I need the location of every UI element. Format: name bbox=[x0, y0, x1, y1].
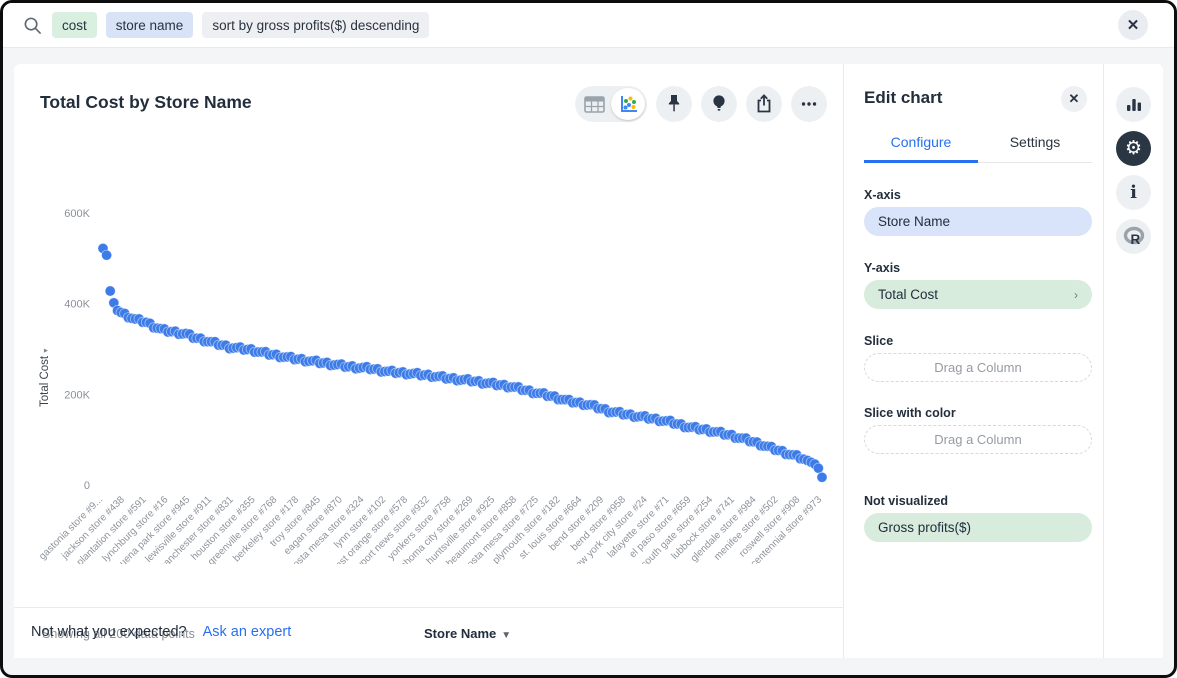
chevron-down-icon: ▼ bbox=[501, 630, 511, 641]
content-area: Total Cost by Store Name bbox=[14, 64, 1163, 658]
view-toggle bbox=[575, 86, 647, 122]
y-tick-label: 200K bbox=[64, 389, 90, 401]
lightbulb-icon bbox=[707, 92, 731, 116]
divider bbox=[14, 607, 843, 608]
chart-toolbar bbox=[575, 86, 827, 122]
bar-chart-icon bbox=[1123, 94, 1145, 116]
search-bar[interactable]: cost store name sort by gross profits($)… bbox=[3, 3, 1174, 48]
share-button[interactable] bbox=[746, 86, 782, 122]
details-button[interactable]: i bbox=[1116, 175, 1151, 210]
table-icon bbox=[584, 96, 605, 113]
info-icon: i bbox=[1130, 184, 1137, 202]
panel-tabs: Configure Settings bbox=[864, 134, 1092, 163]
chevron-right-icon: › bbox=[1074, 288, 1078, 302]
tab-configure[interactable]: Configure bbox=[864, 134, 978, 163]
chart-panel-button[interactable] bbox=[1116, 87, 1151, 122]
ellipsis-icon bbox=[797, 92, 821, 116]
not-visualized-column-pill[interactable]: Gross profits($) bbox=[864, 513, 1092, 542]
svg-text:R: R bbox=[1130, 232, 1140, 247]
scatter-plot[interactable]: 600K400K200K0Total Cost ▾gastonia store … bbox=[14, 124, 849, 564]
insights-button[interactable] bbox=[701, 86, 737, 122]
search-token-measure[interactable]: cost bbox=[52, 12, 97, 38]
gear-icon: ⚙ bbox=[1125, 139, 1142, 158]
chart-title: Total Cost by Store Name bbox=[40, 92, 252, 113]
not-visualized-label: Not visualized bbox=[864, 494, 948, 508]
r-logo-icon: R bbox=[1121, 225, 1147, 249]
y-tick-label: 600K bbox=[64, 208, 90, 220]
data-point[interactable] bbox=[105, 286, 115, 296]
y-axis-column-pill[interactable]: Total Cost› bbox=[864, 280, 1092, 309]
y-axis-title[interactable]: Total Cost ▾ bbox=[39, 349, 51, 407]
slice-label: Slice bbox=[864, 334, 893, 348]
search-close-button[interactable]: ✕ bbox=[1118, 10, 1148, 40]
spacer-band bbox=[3, 48, 1174, 64]
feedback-question: Not what you expected? bbox=[31, 624, 187, 640]
answer-card: Total Cost by Store Name bbox=[14, 64, 843, 658]
slice-dropzone[interactable]: Drag a Column bbox=[864, 353, 1092, 382]
edit-chart-panel: Edit chart ✕ Configure Settings X-axis S… bbox=[843, 64, 1103, 658]
x-axis-label: X-axis bbox=[864, 188, 901, 202]
pin-button[interactable] bbox=[656, 86, 692, 122]
scatter-chart-icon bbox=[617, 93, 639, 115]
table-view-button[interactable] bbox=[577, 88, 611, 120]
share-icon bbox=[752, 92, 776, 116]
app-window: cost store name sort by gross profits($)… bbox=[0, 0, 1177, 678]
search-icon bbox=[23, 16, 42, 35]
slice-with-color-dropzone[interactable]: Drag a Column bbox=[864, 425, 1092, 454]
slice-with-color-label: Slice with color bbox=[864, 406, 956, 420]
pin-icon bbox=[662, 92, 686, 116]
panel-title: Edit chart bbox=[864, 88, 942, 108]
data-point[interactable] bbox=[813, 463, 823, 473]
feedback-row: Not what you expected? Ask an expert bbox=[31, 624, 291, 640]
panel-close-button[interactable]: ✕ bbox=[1061, 86, 1087, 112]
right-rail: ⚙ i R bbox=[1103, 64, 1163, 658]
search-token-attribute[interactable]: store name bbox=[106, 12, 194, 38]
r-analysis-button[interactable]: R bbox=[1116, 219, 1151, 254]
data-point[interactable] bbox=[102, 250, 112, 260]
edit-chart-config-button[interactable]: ⚙ bbox=[1116, 131, 1151, 166]
search-token-keyword[interactable]: sort by gross profits($) descending bbox=[202, 12, 429, 38]
more-options-button[interactable] bbox=[791, 86, 827, 122]
ask-expert-link[interactable]: Ask an expert bbox=[203, 624, 292, 640]
y-axis-label: Y-axis bbox=[864, 261, 900, 275]
chart-view-button[interactable] bbox=[611, 88, 645, 120]
y-tick-label: 0 bbox=[84, 480, 90, 492]
data-point[interactable] bbox=[817, 472, 827, 482]
tab-settings[interactable]: Settings bbox=[978, 134, 1092, 163]
x-axis-column-pill[interactable]: Store Name bbox=[864, 207, 1092, 236]
y-tick-label: 400K bbox=[64, 299, 90, 311]
x-axis-selector[interactable]: Store Name▼ bbox=[424, 626, 511, 641]
